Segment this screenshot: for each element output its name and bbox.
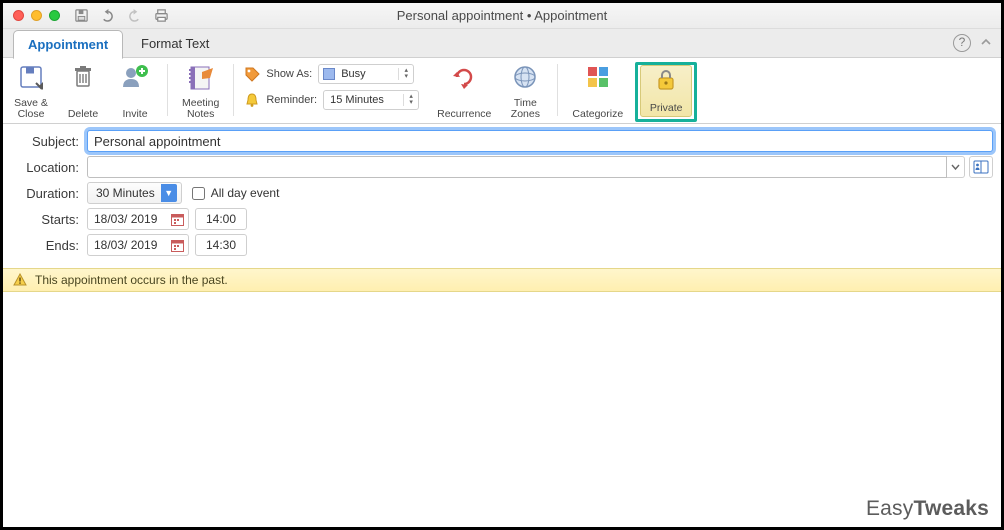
ends-time-value: 14:30: [206, 238, 236, 252]
stepper-icon: ▴▾: [398, 68, 413, 80]
location-label: Location:: [11, 160, 87, 175]
recurrence-button[interactable]: Recurrence: [433, 62, 495, 122]
duration-label: Duration:: [11, 186, 87, 201]
info-bar-text: This appointment occurs in the past.: [35, 273, 228, 287]
ends-date-value: 18/03/ 2019: [94, 238, 157, 252]
meeting-notes-label: Meeting Notes: [182, 98, 219, 120]
stepper-icon: ▴▾: [403, 94, 418, 106]
calendar-icon[interactable]: [170, 238, 185, 253]
appointment-body[interactable]: [3, 292, 1001, 512]
watermark: EasyTweaks: [866, 497, 989, 521]
categorize-label: Categorize: [572, 109, 623, 120]
private-button[interactable]: Private: [640, 65, 692, 117]
ribbon-tabs: Appointment Format Text ?: [3, 29, 1001, 58]
private-label: Private: [650, 103, 683, 114]
duration-value: 30 Minutes: [96, 186, 155, 200]
collapse-ribbon-icon[interactable]: [979, 35, 993, 49]
location-dropdown-icon[interactable]: [947, 156, 965, 178]
print-icon[interactable]: [153, 8, 170, 23]
help-icon[interactable]: ?: [953, 34, 971, 52]
calendar-icon[interactable]: [170, 212, 185, 227]
separator: [167, 64, 168, 116]
reminder-label: Reminder:: [266, 94, 317, 106]
time-zones-button[interactable]: Time Zones: [503, 62, 547, 122]
invite-button[interactable]: Invite: [113, 62, 157, 122]
starts-time-input[interactable]: 14:00: [195, 208, 247, 230]
save-icon[interactable]: [74, 8, 89, 23]
private-highlight: Private: [635, 62, 697, 122]
invite-label: Invite: [122, 109, 147, 120]
ribbon: Save & Close Delete Invite Meeting Notes…: [3, 58, 1001, 124]
reminder-value: 15 Minutes: [324, 94, 403, 106]
undo-icon[interactable]: [99, 8, 116, 23]
tag-icon: [244, 66, 260, 82]
window-minimize-button[interactable]: [31, 10, 42, 21]
tab-appointment[interactable]: Appointment: [13, 30, 123, 59]
subject-input[interactable]: [87, 130, 993, 152]
ends-date-input[interactable]: 18/03/ 2019: [87, 234, 189, 256]
categorize-button[interactable]: Categorize: [568, 62, 627, 122]
ends-time-input[interactable]: 14:30: [195, 234, 247, 256]
chevron-down-icon: ▼: [161, 184, 177, 202]
busy-color-icon: [323, 68, 335, 80]
delete-button[interactable]: Delete: [61, 62, 105, 122]
tab-format-text[interactable]: Format Text: [127, 30, 223, 59]
titlebar: Personal appointment • Appointment: [3, 3, 1001, 29]
info-bar: This appointment occurs in the past.: [3, 268, 1001, 292]
address-book-button[interactable]: [969, 156, 993, 178]
starts-time-value: 14:00: [206, 212, 236, 226]
window-close-button[interactable]: [13, 10, 24, 21]
all-day-checkbox[interactable]: All day event: [192, 186, 280, 200]
starts-label: Starts:: [11, 212, 87, 227]
all-day-label: All day event: [211, 186, 280, 200]
delete-label: Delete: [68, 109, 98, 120]
appointment-form: Subject: Location: Duration: 30 Minutes …: [3, 124, 1001, 264]
save-close-button[interactable]: Save & Close: [9, 62, 53, 122]
separator: [557, 64, 558, 116]
show-as-dropdown[interactable]: Busy ▴▾: [318, 64, 414, 84]
separator: [233, 64, 234, 116]
bell-icon: [244, 92, 260, 108]
save-close-label: Save & Close: [14, 98, 48, 120]
starts-date-value: 18/03/ 2019: [94, 212, 157, 226]
recurrence-label: Recurrence: [437, 109, 491, 120]
redo-icon[interactable]: [126, 8, 143, 23]
location-input[interactable]: [87, 156, 947, 178]
window-zoom-button[interactable]: [49, 10, 60, 21]
show-as-label: Show As:: [266, 68, 312, 80]
meeting-notes-button[interactable]: Meeting Notes: [178, 62, 223, 122]
starts-date-input[interactable]: 18/03/ 2019: [87, 208, 189, 230]
show-as-value: Busy: [335, 68, 398, 80]
warning-icon: [13, 273, 27, 287]
ends-label: Ends:: [11, 238, 87, 253]
time-zones-label: Time Zones: [511, 98, 540, 120]
all-day-checkbox-input[interactable]: [192, 187, 205, 200]
reminder-dropdown[interactable]: 15 Minutes ▴▾: [323, 90, 419, 110]
subject-label: Subject:: [11, 134, 87, 149]
duration-dropdown[interactable]: 30 Minutes ▼: [87, 182, 182, 204]
